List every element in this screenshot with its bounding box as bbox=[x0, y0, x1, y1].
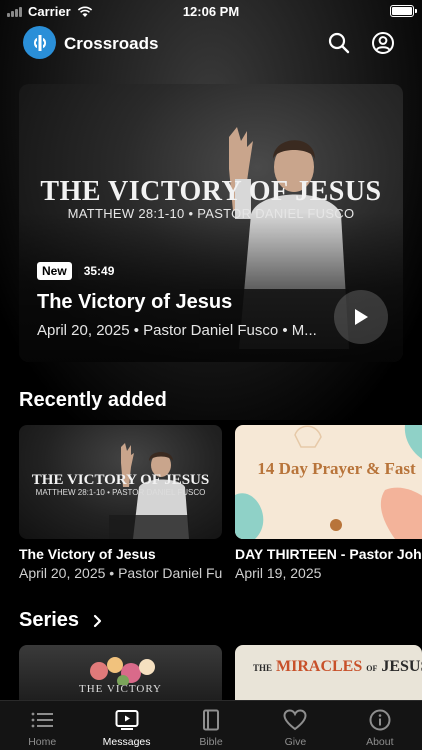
status-time: 12:06 PM bbox=[182, 4, 240, 19]
app-header: Crossroads bbox=[0, 26, 422, 62]
recent-card[interactable]: 14 Day Prayer & Fast DAY THIRTEEN - Past… bbox=[235, 425, 422, 581]
badge-row: New 35:49 bbox=[37, 262, 121, 280]
hero-graphic-subtitle: MATTHEW 28:1-10 • PASTOR DANIEL FUSCO bbox=[67, 206, 355, 221]
tab-give[interactable]: Give bbox=[253, 701, 337, 750]
hero-graphic-title: THE VICTORY OF JESUS bbox=[40, 176, 382, 207]
list-icon bbox=[31, 712, 54, 728]
prayer-graphic bbox=[235, 425, 422, 539]
battery-icon bbox=[390, 5, 417, 17]
recent-card-thumbnail: 14 Day Prayer & Fast bbox=[235, 425, 422, 539]
series-heading: Series bbox=[19, 609, 80, 631]
status-bar: Carrier 12:06 PM bbox=[0, 0, 422, 22]
recent-card-thumbnail: THE VICTORY OF JESUS MATTHEW 28:1-10 • P… bbox=[19, 425, 222, 539]
tab-label: Bible bbox=[199, 736, 223, 748]
info-icon bbox=[369, 709, 391, 731]
hero-meta: April 20, 2025 • Pastor Daniel Fusco • M… bbox=[37, 322, 317, 339]
profile-icon[interactable] bbox=[371, 31, 395, 55]
series-card-title: THEMIRACLESOFJESUS bbox=[253, 658, 422, 675]
heart-icon bbox=[283, 709, 307, 731]
tab-bar: Home Messages Bible Give About bbox=[0, 700, 422, 750]
series-heading-link[interactable]: Series bbox=[19, 609, 103, 632]
recent-card-thumb-title: THE VICTORY OF JESUS bbox=[31, 472, 210, 488]
tab-label: Home bbox=[28, 736, 57, 748]
tab-label: Give bbox=[284, 736, 307, 748]
series-card[interactable]: THEMIRACLESOFJESUS bbox=[235, 645, 422, 701]
tab-label: About bbox=[366, 736, 394, 748]
recent-card-title: The Victory of Jesus bbox=[19, 546, 156, 562]
recently-added-heading: Recently added bbox=[19, 389, 167, 411]
recent-card[interactable]: THE VICTORY OF JESUS MATTHEW 28:1-10 • P… bbox=[19, 425, 222, 581]
prayer-thumb-title: 14 Day Prayer & Fast bbox=[257, 459, 416, 478]
hero-title: The Victory of Jesus bbox=[37, 291, 233, 313]
featured-message-card[interactable]: THE VICTORY OF JESUS MATTHEW 28:1-10 • P… bbox=[19, 84, 403, 362]
tab-label: Messages bbox=[102, 736, 151, 748]
app-title: Crossroads bbox=[64, 34, 159, 53]
play-button[interactable] bbox=[334, 290, 388, 344]
flowers-image bbox=[90, 657, 155, 685]
duration-badge: 35:49 bbox=[77, 262, 121, 280]
new-badge: New bbox=[37, 262, 72, 280]
recent-card-thumb-subtitle: MATTHEW 28:1-10 • PASTOR DANIEL FUSCO bbox=[35, 488, 206, 497]
series-card[interactable]: THE VICTORY bbox=[19, 645, 222, 701]
recent-card-meta: April 20, 2025 • Pastor Daniel Fusco bbox=[19, 565, 222, 581]
tab-about[interactable]: About bbox=[338, 701, 422, 750]
play-icon bbox=[355, 309, 368, 325]
recent-card-meta: April 19, 2025 bbox=[235, 565, 322, 581]
search-icon[interactable] bbox=[327, 31, 351, 55]
book-icon bbox=[203, 709, 220, 731]
series-card-title: THE VICTORY bbox=[78, 683, 162, 695]
recent-card-title: DAY THIRTEEN - Pastor John bbox=[235, 546, 422, 562]
crossroads-logo-icon[interactable] bbox=[23, 26, 56, 59]
tab-messages[interactable]: Messages bbox=[84, 701, 168, 750]
tab-home[interactable]: Home bbox=[0, 701, 84, 750]
chevron-right-icon bbox=[93, 614, 102, 627]
tv-play-icon bbox=[115, 710, 139, 730]
tab-bible[interactable]: Bible bbox=[169, 701, 253, 750]
